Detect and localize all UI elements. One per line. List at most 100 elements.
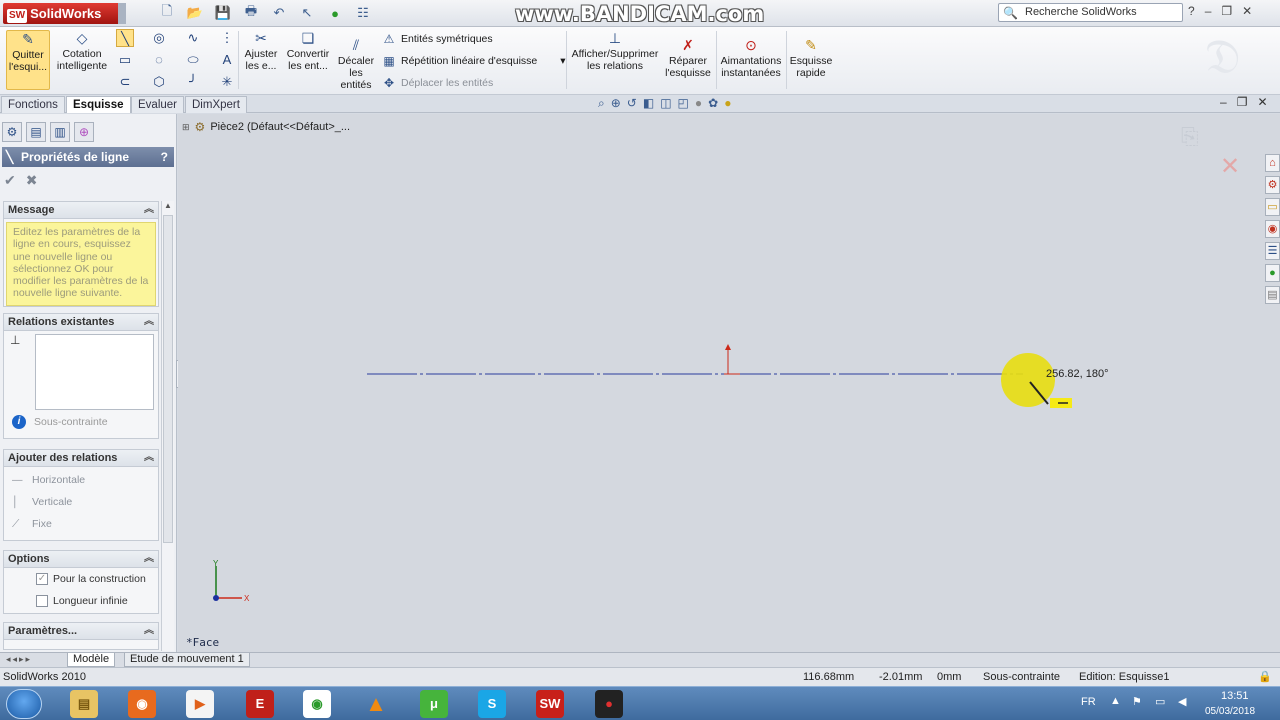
utorrent-icon[interactable]: μ [420, 690, 448, 718]
collapse-chevron-icon[interactable]: ︽ [144, 202, 154, 218]
panel-help-button[interactable]: ? [161, 147, 168, 167]
language-indicator[interactable]: FR [1081, 696, 1096, 708]
bandicam-icon[interactable]: ● [595, 690, 623, 718]
collapse-chevron-icon[interactable]: ︽ [144, 314, 154, 330]
dropdown-arrow-icon[interactable]: ▾ [560, 55, 565, 67]
polygon-tool-icon[interactable]: ⬡ [150, 73, 168, 91]
appearances-icon[interactable]: ● [1265, 264, 1280, 282]
collapse-chevron-icon[interactable]: ︽ [144, 450, 154, 466]
parameters-header[interactable]: Paramètres... ︽ [4, 623, 158, 640]
edit-appearance-icon[interactable]: ✿ [708, 96, 718, 111]
message-header[interactable]: Message ︽ [4, 202, 158, 219]
confirmation-corner-icon[interactable]: ⎘ [1181, 124, 1199, 150]
doc-close-icon[interactable]: ✕ [1257, 95, 1267, 109]
network-icon[interactable]: ▭ [1155, 695, 1165, 708]
view-palette-icon[interactable]: ☰ [1265, 242, 1280, 260]
new-file-icon[interactable]: 🗋 [156, 3, 178, 22]
tab-evaluate[interactable]: Evaluer [131, 96, 184, 113]
infinite-length-checkbox[interactable] [36, 595, 48, 607]
tab-model[interactable]: Modèle [67, 653, 116, 667]
volume-icon[interactable]: ◀ [1178, 695, 1186, 708]
ok-check-icon[interactable]: ✔ [4, 172, 16, 189]
cancel-x-icon[interactable]: ✖ [26, 172, 38, 189]
menu-expand-arrow[interactable] [118, 3, 126, 24]
instant-snaps-button[interactable]: ⊙ Aimantations instantanées [719, 37, 783, 79]
smart-dimension-button[interactable]: ◇ Cotation intelligente [54, 30, 110, 72]
ellipse-tool-icon[interactable]: ⬭ [184, 51, 202, 69]
skype-icon[interactable]: S [478, 690, 506, 718]
tray-flag-icon[interactable]: ⚑ [1132, 695, 1142, 708]
explorer-icon[interactable]: ▤ [70, 690, 98, 718]
rectangle-tool-icon[interactable]: ▭ [116, 51, 134, 69]
display-relations-button[interactable]: ⊥ Afficher/Supprimer les relations [570, 30, 660, 72]
vertical-relation[interactable]: │ Verticale [4, 491, 158, 513]
centerline-tool-icon[interactable]: ⋮ [218, 29, 236, 47]
quit-sketch-button[interactable]: ✎ Quitter l'esqui... [6, 30, 50, 90]
save-icon[interactable]: 💾 [212, 4, 234, 22]
existing-relations-header[interactable]: Relations existantes ︽ [4, 314, 158, 331]
panel-scrollbar[interactable]: ▲ [161, 201, 174, 651]
property-manager-tab-icon[interactable]: ▤ [26, 122, 46, 142]
chrome-icon[interactable]: ◉ [303, 690, 331, 718]
firefox-icon[interactable]: ◉ [128, 690, 156, 718]
collapse-chevron-icon[interactable]: ︽ [144, 623, 154, 639]
configuration-tab-icon[interactable]: ▥ [50, 122, 70, 142]
line-tool-icon[interactable]: ╲ [116, 29, 134, 47]
horizontal-relation[interactable]: — Horizontale [4, 469, 158, 491]
fix-relation[interactable]: ⟋ Fixe [4, 513, 158, 535]
zoom-to-fit-icon[interactable]: ⌕ [598, 96, 605, 111]
construction-option[interactable]: ✓ Pour la construction [4, 568, 158, 590]
scroll-up-icon[interactable]: ▲ [162, 201, 174, 213]
rebuild-icon[interactable]: ● [324, 4, 346, 22]
clock-time[interactable]: 13:51 [1221, 690, 1249, 702]
spline-tool-icon[interactable]: ∿ [184, 29, 202, 47]
select-icon[interactable]: ↖ [296, 4, 318, 22]
vlc-icon[interactable]: ▲ [362, 690, 390, 718]
move-entities-button[interactable]: ✥ Déplacer les entités [382, 76, 493, 90]
options-header[interactable]: Options ︽ [4, 551, 158, 568]
mirror-entities-button[interactable]: ⚠ Entités symétriques [382, 32, 493, 46]
previous-view-icon[interactable]: ↺ [627, 96, 637, 111]
scroll-thumb[interactable] [163, 215, 173, 543]
open-file-icon[interactable]: 📂 [184, 4, 206, 22]
zoom-area-icon[interactable]: ⊕ [611, 96, 621, 111]
media-player-icon[interactable]: ▶ [186, 690, 214, 718]
hide-show-icon[interactable]: ● [695, 96, 702, 111]
search-input[interactable]: 🔍 Recherche SolidWorks [998, 3, 1183, 22]
restore-icon[interactable]: ❐ [1221, 4, 1232, 18]
close-icon[interactable]: ✕ [1242, 4, 1252, 18]
collapse-chevron-icon[interactable]: ︽ [144, 551, 154, 567]
fillet-tool-icon[interactable]: ╯ [184, 73, 202, 91]
tab-sketch[interactable]: Esquisse [66, 96, 131, 113]
display-style-icon[interactable]: ◰ [678, 96, 689, 111]
solidworks-taskbar-icon[interactable]: SW [536, 690, 564, 718]
design-library-icon[interactable]: ⚙ [1265, 176, 1280, 194]
text-tool-icon[interactable]: A [218, 51, 236, 69]
tray-arrow-icon[interactable]: ▲ [1110, 695, 1121, 707]
dimxpert-tab-icon[interactable]: ⊕ [74, 122, 94, 142]
start-button-icon[interactable] [6, 689, 42, 719]
easyworship-icon[interactable]: E [246, 690, 274, 718]
construction-checkbox[interactable]: ✓ [36, 573, 48, 585]
view-orientation-icon[interactable]: ◫ [660, 96, 671, 111]
tab-scroll-arrows-icon[interactable]: ◂◂▸▸ [6, 654, 32, 665]
solidworks-menu[interactable]: SW SolidWorks [3, 3, 123, 24]
clock-date[interactable]: 05/03/2018 [1205, 706, 1255, 717]
custom-properties-icon[interactable]: ▤ [1265, 286, 1280, 304]
tab-motion-study[interactable]: Etude de mouvement 1 [124, 653, 250, 667]
graphics-area[interactable]: ⊞ ⚙ Pièce2 (Défaut<<Défaut>_... Y X 256.… [178, 114, 1280, 652]
doc-minimize-icon[interactable]: – [1220, 95, 1227, 109]
file-explorer-icon[interactable]: ▭ [1265, 198, 1280, 216]
slot-tool-icon[interactable]: ⊂ [116, 73, 134, 91]
search-results-icon[interactable]: ◉ [1265, 220, 1280, 238]
scene-icon[interactable]: ● [724, 96, 731, 111]
convert-entities-button[interactable]: ❏ Convertir les ent... [284, 30, 332, 72]
rebuild-status-icon[interactable]: 🔒 [1258, 668, 1272, 686]
infinite-length-option[interactable]: Longueur infinie [4, 590, 158, 612]
undo-icon[interactable]: ↶ [268, 4, 290, 22]
confirmation-cancel-icon[interactable]: ✕ [1220, 152, 1240, 181]
tab-features[interactable]: Fonctions [1, 96, 65, 113]
options-icon[interactable]: ☷ [352, 4, 374, 22]
home-icon[interactable]: ⌂ [1265, 154, 1280, 172]
repair-sketch-button[interactable]: ✗ Réparer l'esquisse [664, 37, 712, 79]
